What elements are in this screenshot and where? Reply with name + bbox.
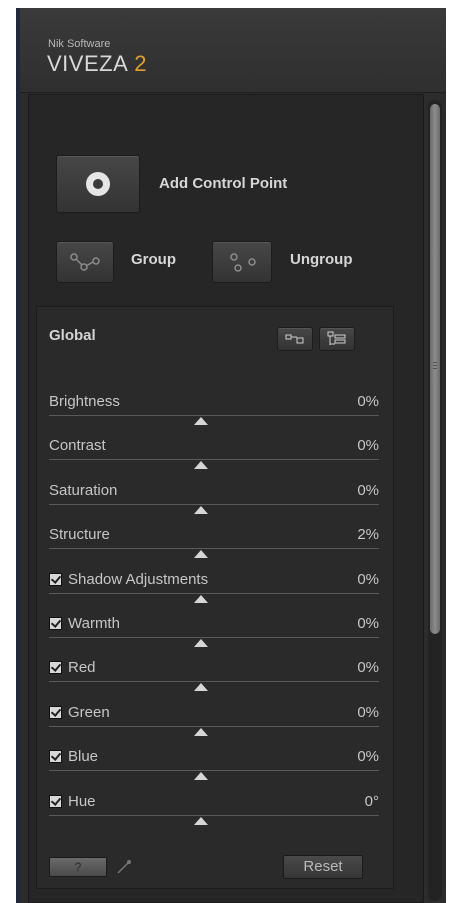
slider-track[interactable] xyxy=(49,770,379,772)
app-header: Nik Software VIVEZA 2 xyxy=(20,8,446,93)
enable-checkbox[interactable] xyxy=(49,617,62,630)
adjustment-label-text: Brightness xyxy=(49,393,120,410)
adjustment-label: Green xyxy=(49,704,110,721)
global-adjustments-box: Global Brightness 0% Contrast 0% Saturation 0… xyxy=(36,306,394,889)
adjustment-label-text: Hue xyxy=(68,792,96,810)
adjustment-label: Shadow Adjustments xyxy=(49,571,208,588)
ungroup-button[interactable] xyxy=(212,241,272,283)
slider-handle[interactable] xyxy=(194,594,208,603)
slider-handle[interactable] xyxy=(194,639,208,647)
adjustment-row-saturation[interactable]: Saturation 0% xyxy=(37,482,393,526)
scrollbar-thumb[interactable] xyxy=(430,104,440,634)
group-button[interactable] xyxy=(56,241,114,283)
slider-handle[interactable] xyxy=(194,816,208,825)
brand-name: VIVEZA xyxy=(47,51,129,76)
slider-track[interactable] xyxy=(49,459,379,461)
adjustment-value: 0% xyxy=(357,481,379,499)
slider-handle[interactable] xyxy=(194,461,208,470)
adjustment-label-text: Contrast xyxy=(49,437,106,455)
help-button[interactable]: ? xyxy=(49,857,107,877)
slider-handle[interactable] xyxy=(194,772,208,781)
adjustment-label-text: Shadow Adjustments xyxy=(68,570,209,588)
enable-checkbox[interactable] xyxy=(49,661,62,675)
adjustment-value: 0% xyxy=(357,703,379,721)
group-icon xyxy=(70,253,100,271)
adjustment-row-red[interactable]: Red 0% xyxy=(37,659,393,703)
adjustment-label: Structure xyxy=(49,526,110,543)
adjustment-row-hue[interactable]: Hue 0° xyxy=(37,793,393,837)
slider-handle[interactable] xyxy=(194,683,208,692)
adjustment-label-text: Saturation xyxy=(49,481,118,499)
collapse-all-button[interactable] xyxy=(277,327,313,351)
global-title: Global xyxy=(49,327,96,344)
reset-button[interactable]: Reset xyxy=(283,855,363,879)
adjustment-label: Hue xyxy=(49,793,96,810)
adjustment-label: Saturation xyxy=(49,482,117,499)
adjustment-value: 0% xyxy=(357,615,379,632)
adjustment-label: Red xyxy=(49,659,96,676)
adjustment-value: 0% xyxy=(357,437,379,455)
adjustment-label-text: Structure xyxy=(49,526,110,544)
adjustment-label: Blue xyxy=(49,748,98,765)
brand-version: 2 xyxy=(134,51,147,76)
adjustment-row-blue[interactable]: Blue 0% xyxy=(37,748,393,792)
slider-track[interactable] xyxy=(49,592,379,594)
scrollbar[interactable] xyxy=(428,100,442,901)
adjustment-row-structure[interactable]: Structure 2% xyxy=(37,526,393,570)
add-control-point-label[interactable]: Add Control Point xyxy=(159,175,287,192)
slider-handle[interactable] xyxy=(194,727,208,736)
slider-track[interactable] xyxy=(49,725,379,727)
group-label[interactable]: Group xyxy=(131,251,176,268)
brand-company: Nik Software xyxy=(48,38,111,50)
slider-handle[interactable] xyxy=(194,550,208,559)
slider-track[interactable] xyxy=(49,548,379,550)
slider-track[interactable] xyxy=(49,681,379,683)
control-point-icon xyxy=(86,172,110,196)
expand-all-button[interactable] xyxy=(319,327,355,351)
slider-track[interactable] xyxy=(49,637,379,638)
slider-track[interactable] xyxy=(49,415,379,416)
adjustment-label: Contrast xyxy=(49,437,106,454)
slider-handle[interactable] xyxy=(194,505,208,514)
adjustment-row-contrast[interactable]: Contrast 0% xyxy=(37,437,393,481)
adjustment-row-warmth[interactable]: Warmth 0% xyxy=(37,615,393,659)
reset-label: Reset xyxy=(303,858,343,875)
adjustment-row-green[interactable]: Green 0% xyxy=(37,704,393,748)
ungroup-label[interactable]: Ungroup xyxy=(290,251,352,268)
enable-checkbox[interactable] xyxy=(49,794,62,808)
slider-track[interactable] xyxy=(49,503,379,505)
adjustment-value: 0% xyxy=(357,570,379,588)
ungroup-icon xyxy=(230,253,256,272)
adjustment-label: Warmth xyxy=(49,615,120,632)
collapse-icon xyxy=(285,334,304,344)
adjustment-value: 0% xyxy=(357,748,379,766)
adjustment-label-text: Warmth xyxy=(68,615,120,632)
enable-checkbox[interactable] xyxy=(49,572,62,586)
expand-icon xyxy=(327,331,346,345)
slider-handle[interactable] xyxy=(194,417,208,425)
adjustment-value: 0% xyxy=(357,659,379,677)
adjustment-row-shadow-adjustments[interactable]: Shadow Adjustments 0% xyxy=(37,571,393,615)
enable-checkbox[interactable] xyxy=(49,705,62,719)
enable-checkbox[interactable] xyxy=(49,750,62,764)
eyedropper-icon[interactable] xyxy=(114,857,134,877)
adjustment-label-text: Blue xyxy=(68,748,99,766)
adjustment-label: Brightness xyxy=(49,393,120,410)
adjustment-label-text: Green xyxy=(68,703,110,721)
adjustment-value: 0% xyxy=(357,393,379,410)
adjustment-value: 0° xyxy=(364,792,379,810)
slider-track[interactable] xyxy=(49,814,379,816)
add-control-point-button[interactable] xyxy=(56,155,140,213)
adjustment-label-text: Red xyxy=(68,659,96,677)
brand-title: VIVEZA 2 xyxy=(47,51,147,77)
adjustment-value: 2% xyxy=(357,526,379,544)
adjustment-row-brightness[interactable]: Brightness 0% xyxy=(37,393,393,437)
help-label: ? xyxy=(74,860,82,874)
